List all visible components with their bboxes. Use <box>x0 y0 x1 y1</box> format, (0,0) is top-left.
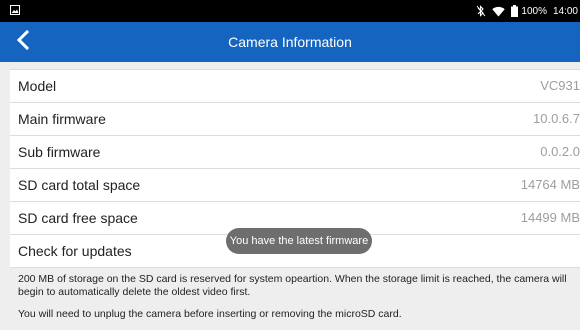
row-label: Model <box>18 78 57 94</box>
row-label: Check for updates <box>18 243 132 259</box>
status-bar: 100% 14:00 <box>0 0 580 22</box>
row-label: SD card total space <box>18 177 141 193</box>
bluetooth-off-icon <box>476 5 486 17</box>
image-icon <box>10 5 20 15</box>
battery-percent: 100% <box>521 5 547 17</box>
status-icons: 100% 14:00 <box>476 0 580 22</box>
info-row-sub-firmware: Sub firmware 0.0.2.0 <box>10 136 580 169</box>
row-value: VC931 <box>540 78 580 93</box>
storage-note: 200 MB of storage on the SD card is rese… <box>18 273 567 298</box>
row-label: Sub firmware <box>18 144 101 160</box>
battery-icon <box>511 5 519 17</box>
status-time: 14:00 <box>552 5 578 17</box>
unplug-note: You will need to unplug the camera befor… <box>18 308 402 320</box>
storage-notes: 200 MB of storage on the SD card is rese… <box>18 273 580 321</box>
firmware-toast: You have the latest firmware <box>226 228 372 254</box>
row-value: 14764 MB <box>520 177 580 192</box>
row-value: 0.0.2.0 <box>540 144 580 159</box>
info-row-main-firmware: Main firmware 10.0.6.7 <box>10 103 580 136</box>
wifi-icon <box>492 6 506 17</box>
row-label: Main firmware <box>18 111 106 127</box>
row-value: 10.0.6.7 <box>533 111 580 126</box>
row-value: 14499 MB <box>520 210 580 225</box>
battery-indicator: 100% <box>511 5 547 17</box>
page-title: Camera Information <box>228 34 352 50</box>
app-bar: Camera Information <box>0 22 580 62</box>
row-label: SD card free space <box>18 210 138 226</box>
info-row-sd-total: SD card total space 14764 MB <box>10 169 580 202</box>
info-row-model: Model VC931 <box>10 70 580 103</box>
